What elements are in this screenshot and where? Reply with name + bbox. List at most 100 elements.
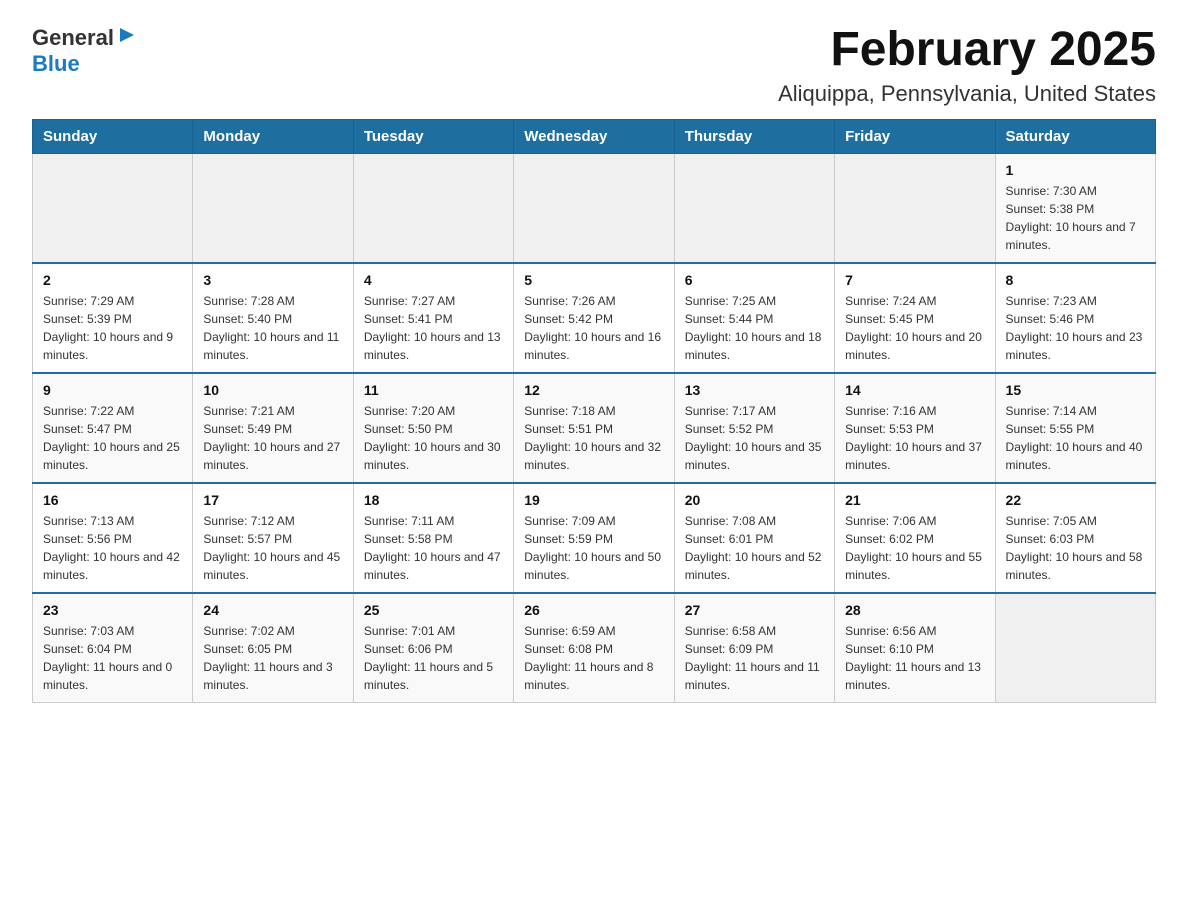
day-number: 4 bbox=[364, 272, 503, 288]
day-info: Sunrise: 7:17 AMSunset: 5:52 PMDaylight:… bbox=[685, 402, 824, 474]
table-row: 11 Sunrise: 7:20 AMSunset: 5:50 PMDayligh… bbox=[353, 373, 513, 483]
day-number: 6 bbox=[685, 272, 824, 288]
table-row: 20 Sunrise: 7:08 AMSunset: 6:01 PMDayligh… bbox=[674, 483, 834, 593]
day-number: 8 bbox=[1006, 272, 1145, 288]
day-info: Sunrise: 7:08 AMSunset: 6:01 PMDaylight:… bbox=[685, 512, 824, 584]
table-row: 1 Sunrise: 7:30 AMSunset: 5:38 PMDaylight… bbox=[995, 153, 1155, 263]
logo-general-text: General bbox=[32, 25, 114, 51]
day-number: 26 bbox=[524, 602, 663, 618]
table-row: 2 Sunrise: 7:29 AMSunset: 5:39 PMDaylight… bbox=[33, 263, 193, 373]
table-row: 6Sunrise: 7:25 AMSunset: 5:44 PMDaylight… bbox=[674, 263, 834, 373]
day-number: 15 bbox=[1006, 382, 1145, 398]
table-row: 4 Sunrise: 7:27 AMSunset: 5:41 PMDaylight… bbox=[353, 263, 513, 373]
title-block: February 2025 Aliquippa, Pennsylvania, U… bbox=[778, 24, 1156, 107]
table-row: 26 Sunrise: 6:59 AMSunset: 6:08 PMDayligh… bbox=[514, 593, 674, 703]
table-row: 22 Sunrise: 7:05 AMSunset: 6:03 PMDayligh… bbox=[995, 483, 1155, 593]
table-row: 10 Sunrise: 7:21 AMSunset: 5:49 PMDayligh… bbox=[193, 373, 353, 483]
day-info: Sunrise: 7:05 AMSunset: 6:03 PMDaylight:… bbox=[1006, 512, 1145, 584]
day-number: 25 bbox=[364, 602, 503, 618]
header-sunday: Sunday bbox=[33, 119, 193, 153]
day-number: 28 bbox=[845, 602, 984, 618]
day-info: Sunrise: 6:59 AMSunset: 6:08 PMDaylight:… bbox=[524, 622, 663, 694]
day-info: Sunrise: 7:21 AMSunset: 5:49 PMDaylight:… bbox=[203, 402, 342, 474]
day-number: 23 bbox=[43, 602, 182, 618]
day-number: 19 bbox=[524, 492, 663, 508]
day-number: 14 bbox=[845, 382, 984, 398]
table-row: 12 Sunrise: 7:18 AMSunset: 5:51 PMDayligh… bbox=[514, 373, 674, 483]
table-row bbox=[193, 153, 353, 263]
table-row: 25 Sunrise: 7:01 AMSunset: 6:06 PMDayligh… bbox=[353, 593, 513, 703]
day-number: 7 bbox=[845, 272, 984, 288]
table-row: 5Sunrise: 7:26 AMSunset: 5:42 PMDaylight… bbox=[514, 263, 674, 373]
day-info: Sunrise: 7:24 AMSunset: 5:45 PMDaylight:… bbox=[845, 292, 984, 364]
header-tuesday: Tuesday bbox=[353, 119, 513, 153]
day-number: 20 bbox=[685, 492, 824, 508]
calendar-week-row: 2 Sunrise: 7:29 AMSunset: 5:39 PMDaylight… bbox=[33, 263, 1156, 373]
page-header: General Blue February 2025 Aliquippa, Pe… bbox=[32, 24, 1156, 107]
day-number: 12 bbox=[524, 382, 663, 398]
table-row: 19Sunrise: 7:09 AMSunset: 5:59 PMDayligh… bbox=[514, 483, 674, 593]
table-row: 23 Sunrise: 7:03 AMSunset: 6:04 PMDayligh… bbox=[33, 593, 193, 703]
page-title: February 2025 bbox=[778, 24, 1156, 77]
calendar-week-row: 23 Sunrise: 7:03 AMSunset: 6:04 PMDayligh… bbox=[33, 593, 1156, 703]
calendar-week-row: 1 Sunrise: 7:30 AMSunset: 5:38 PMDaylight… bbox=[33, 153, 1156, 263]
calendar-header-row: Sunday Monday Tuesday Wednesday Thursday… bbox=[33, 119, 1156, 153]
day-number: 24 bbox=[203, 602, 342, 618]
table-row: 14 Sunrise: 7:16 AMSunset: 5:53 PMDayligh… bbox=[835, 373, 995, 483]
table-row bbox=[995, 593, 1155, 703]
day-info: Sunrise: 7:12 AMSunset: 5:57 PMDaylight:… bbox=[203, 512, 342, 584]
day-info: Sunrise: 7:18 AMSunset: 5:51 PMDaylight:… bbox=[524, 402, 663, 474]
day-number: 13 bbox=[685, 382, 824, 398]
day-number: 22 bbox=[1006, 492, 1145, 508]
logo-triangle-icon bbox=[116, 24, 138, 46]
table-row bbox=[835, 153, 995, 263]
table-row bbox=[33, 153, 193, 263]
header-monday: Monday bbox=[193, 119, 353, 153]
day-number: 27 bbox=[685, 602, 824, 618]
table-row: 3 Sunrise: 7:28 AMSunset: 5:40 PMDaylight… bbox=[193, 263, 353, 373]
day-info: Sunrise: 7:28 AMSunset: 5:40 PMDaylight:… bbox=[203, 292, 342, 364]
table-row: 16Sunrise: 7:13 AMSunset: 5:56 PMDayligh… bbox=[33, 483, 193, 593]
day-number: 11 bbox=[364, 382, 503, 398]
day-info: Sunrise: 7:11 AMSunset: 5:58 PMDaylight:… bbox=[364, 512, 503, 584]
day-info: Sunrise: 6:56 AMSunset: 6:10 PMDaylight:… bbox=[845, 622, 984, 694]
day-info: Sunrise: 7:22 AMSunset: 5:47 PMDaylight:… bbox=[43, 402, 182, 474]
day-number: 2 bbox=[43, 272, 182, 288]
day-number: 10 bbox=[203, 382, 342, 398]
day-info: Sunrise: 7:20 AMSunset: 5:50 PMDaylight:… bbox=[364, 402, 503, 474]
day-number: 18 bbox=[364, 492, 503, 508]
table-row: 18 Sunrise: 7:11 AMSunset: 5:58 PMDayligh… bbox=[353, 483, 513, 593]
table-row: 17 Sunrise: 7:12 AMSunset: 5:57 PMDayligh… bbox=[193, 483, 353, 593]
table-row: 24 Sunrise: 7:02 AMSunset: 6:05 PMDayligh… bbox=[193, 593, 353, 703]
day-info: Sunrise: 7:16 AMSunset: 5:53 PMDaylight:… bbox=[845, 402, 984, 474]
day-number: 17 bbox=[203, 492, 342, 508]
table-row: 8 Sunrise: 7:23 AMSunset: 5:46 PMDaylight… bbox=[995, 263, 1155, 373]
table-row: 13 Sunrise: 7:17 AMSunset: 5:52 PMDayligh… bbox=[674, 373, 834, 483]
page-subtitle: Aliquippa, Pennsylvania, United States bbox=[778, 81, 1156, 107]
day-info: Sunrise: 7:01 AMSunset: 6:06 PMDaylight:… bbox=[364, 622, 503, 694]
day-info: Sunrise: 7:03 AMSunset: 6:04 PMDaylight:… bbox=[43, 622, 182, 694]
table-row: 15 Sunrise: 7:14 AMSunset: 5:55 PMDayligh… bbox=[995, 373, 1155, 483]
logo: General Blue bbox=[32, 24, 138, 77]
day-info: Sunrise: 7:29 AMSunset: 5:39 PMDaylight:… bbox=[43, 292, 182, 364]
table-row bbox=[514, 153, 674, 263]
day-info: Sunrise: 7:23 AMSunset: 5:46 PMDaylight:… bbox=[1006, 292, 1145, 364]
day-info: Sunrise: 7:06 AMSunset: 6:02 PMDaylight:… bbox=[845, 512, 984, 584]
day-info: Sunrise: 6:58 AMSunset: 6:09 PMDaylight:… bbox=[685, 622, 824, 694]
table-row: 7 Sunrise: 7:24 AMSunset: 5:45 PMDaylight… bbox=[835, 263, 995, 373]
table-row: 27 Sunrise: 6:58 AMSunset: 6:09 PMDayligh… bbox=[674, 593, 834, 703]
day-number: 3 bbox=[203, 272, 342, 288]
day-number: 1 bbox=[1006, 162, 1145, 178]
day-info: Sunrise: 7:14 AMSunset: 5:55 PMDaylight:… bbox=[1006, 402, 1145, 474]
table-row bbox=[353, 153, 513, 263]
header-thursday: Thursday bbox=[674, 119, 834, 153]
header-wednesday: Wednesday bbox=[514, 119, 674, 153]
day-info: Sunrise: 7:27 AMSunset: 5:41 PMDaylight:… bbox=[364, 292, 503, 364]
table-row: 28 Sunrise: 6:56 AMSunset: 6:10 PMDayligh… bbox=[835, 593, 995, 703]
day-info: Sunrise: 7:02 AMSunset: 6:05 PMDaylight:… bbox=[203, 622, 342, 694]
calendar-week-row: 16Sunrise: 7:13 AMSunset: 5:56 PMDayligh… bbox=[33, 483, 1156, 593]
day-info: Sunrise: 7:30 AMSunset: 5:38 PMDaylight:… bbox=[1006, 182, 1145, 254]
day-info: Sunrise: 7:13 AMSunset: 5:56 PMDaylight:… bbox=[43, 512, 182, 584]
logo-blue-text: Blue bbox=[32, 51, 80, 76]
table-row: 9Sunrise: 7:22 AMSunset: 5:47 PMDaylight… bbox=[33, 373, 193, 483]
